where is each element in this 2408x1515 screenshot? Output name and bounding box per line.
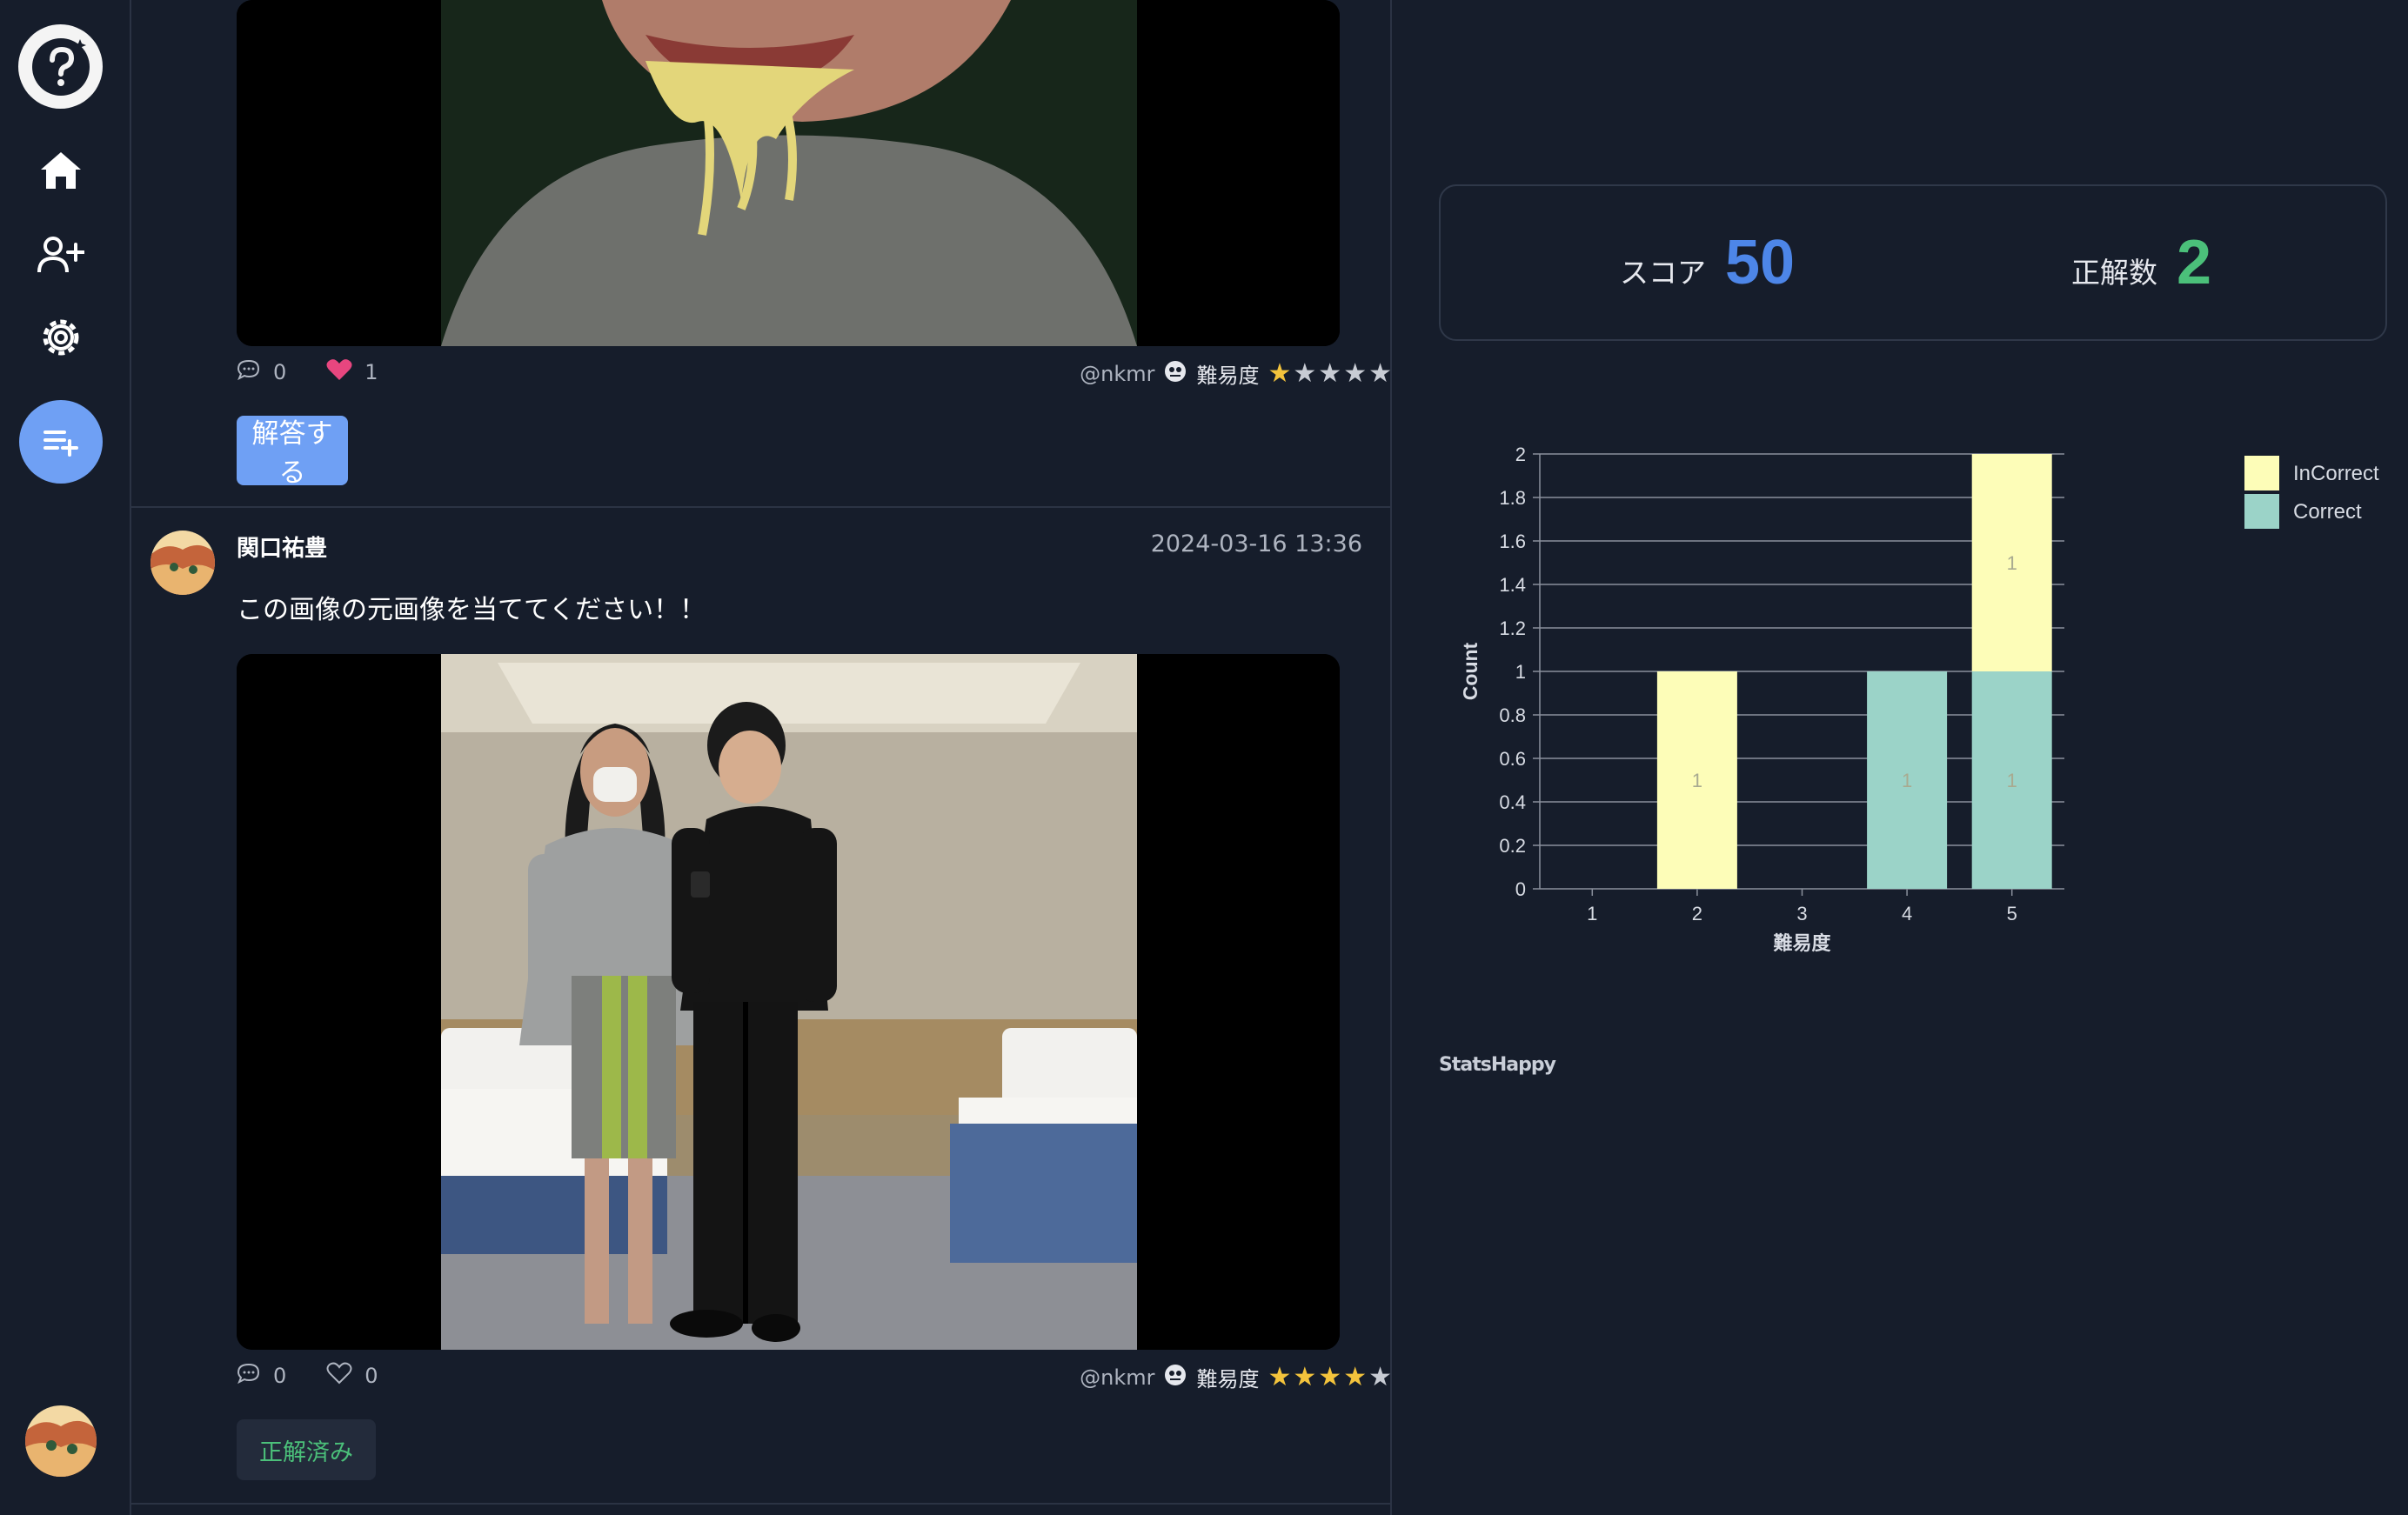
answer-button[interactable]: 解答する [237, 416, 348, 489]
y-axis-title: Count [1459, 642, 1482, 700]
correct-count-value: 2 [2177, 228, 2212, 297]
author-avatar[interactable] [150, 531, 215, 595]
difficulty-label: 難易度 [1196, 364, 1260, 388]
x-tick-label: 5 [2007, 903, 2017, 924]
author-handle[interactable]: @nkmr [1080, 362, 1154, 386]
legend-label: Correct [2293, 500, 2362, 524]
y-tick-label: 0.6 [1499, 748, 1526, 770]
post-meta-row: 0 0 @nkmr 難易度 ★★★★★ [237, 1362, 1392, 1397]
app-logo[interactable] [18, 24, 103, 109]
heart-icon[interactable] [326, 358, 352, 386]
x-tick-label: 2 [1692, 903, 1702, 924]
star-icon: ★ [1293, 1362, 1319, 1392]
legend-swatch [2244, 456, 2279, 491]
comment-count: 0 [273, 360, 287, 384]
like-count: 0 [365, 1364, 378, 1388]
y-tick-label: 0.2 [1499, 835, 1526, 857]
star-icon: ★ [1368, 1362, 1392, 1392]
score-item: スコア 50 [1620, 186, 1795, 339]
star-icon: ★ [1268, 358, 1294, 389]
score-card: スコア 50 正解数 2 [1439, 184, 2387, 341]
bar-value-label: 1 [2007, 552, 2017, 574]
heart-outline-icon[interactable] [326, 1362, 352, 1390]
bot-icon [1163, 359, 1187, 389]
like-count: 1 [365, 360, 378, 384]
comment-icon[interactable] [237, 358, 261, 386]
star-icon: ★ [1268, 1362, 1294, 1392]
new-post-button[interactable] [19, 400, 103, 484]
bar-value-label: 1 [1692, 770, 1702, 791]
score-label: スコア [1620, 256, 1706, 290]
star-icon: ★ [1368, 358, 1392, 389]
question-sparkle-icon [31, 37, 90, 96]
bar-value-label: 1 [2007, 770, 2017, 791]
bot-icon [1163, 1363, 1187, 1392]
x-tick-label: 1 [1587, 903, 1597, 924]
score-value: 50 [1725, 228, 1796, 297]
post-divider [131, 506, 1390, 508]
post-image[interactable] [237, 654, 1340, 1350]
correct-count-item: 正解数 2 [2071, 186, 2211, 339]
difficulty-chart: 0 0.2 0.4 0.6 0.8 1 1.2 1.4 1.6 1.8 2 1 1 2 3 1 4 1 1 5 難易度 C… [1459, 444, 2379, 955]
comment-count: 0 [273, 1364, 287, 1388]
correct-count-label: 正解数 [2071, 256, 2157, 290]
y-tick-label: 2 [1515, 444, 1526, 465]
star-icon: ★ [1343, 1362, 1369, 1392]
difficulty-label: 難易度 [1196, 1367, 1260, 1392]
author-handle[interactable]: @nkmr [1080, 1365, 1154, 1390]
author-name[interactable]: 関口祐豊 [237, 531, 327, 563]
sidebar [0, 0, 131, 1515]
y-tick-label: 0 [1515, 878, 1526, 900]
stats-panel: スコア 50 正解数 2 0 0.2 0.4 0.6 0.8 1 1.2 1.4 1.6 1.8 2… [1392, 0, 2408, 1515]
user-avatar[interactable] [25, 1405, 97, 1477]
post-timestamp: 2024-03-16 13:36 [1150, 531, 1362, 557]
star-icon: ★ [1318, 358, 1344, 389]
bar-value-label: 1 [1902, 770, 1912, 791]
y-tick-label: 0.8 [1499, 704, 1526, 726]
comment-icon[interactable] [237, 1362, 261, 1390]
x-axis-title: 難易度 [1773, 932, 1831, 955]
post-text: この画像の元画像を当ててください！！ [237, 595, 706, 625]
stats-watermark: StatsHappy [1439, 1054, 1556, 1076]
gear-icon[interactable] [35, 311, 87, 364]
add-user-icon[interactable] [35, 229, 87, 281]
star-icon: ★ [1293, 358, 1319, 389]
playlist-add-icon [43, 430, 78, 457]
x-tick-label: 4 [1902, 903, 1912, 924]
y-tick-label: 1.2 [1499, 617, 1526, 639]
y-tick-label: 1.8 [1499, 487, 1526, 509]
y-tick-label: 1.4 [1499, 574, 1526, 596]
difficulty-stars: ★★★★★ [1268, 358, 1392, 389]
post-image[interactable] [237, 0, 1340, 346]
y-tick-label: 1 [1515, 661, 1526, 683]
difficulty-stars: ★★★★★ [1268, 1362, 1392, 1392]
star-icon: ★ [1318, 1362, 1344, 1392]
post-meta-row: 0 1 @nkmr 難易度 ★★★★★ [237, 358, 1392, 393]
y-tick-label: 0.4 [1499, 791, 1526, 813]
star-icon: ★ [1343, 358, 1369, 389]
legend-label: InCorrect [2293, 462, 2379, 485]
post-feed: 0 1 @nkmr 難易度 ★★★★★ 解答する 関口祐豊 2024-03-16… [131, 0, 1392, 1515]
solved-button[interactable]: 正解済み [237, 1419, 376, 1480]
home-icon[interactable] [35, 144, 87, 197]
post-divider [131, 1503, 1390, 1505]
y-tick-label: 1.6 [1499, 531, 1526, 552]
x-tick-label: 3 [1796, 903, 1807, 924]
legend-swatch [2244, 494, 2279, 529]
